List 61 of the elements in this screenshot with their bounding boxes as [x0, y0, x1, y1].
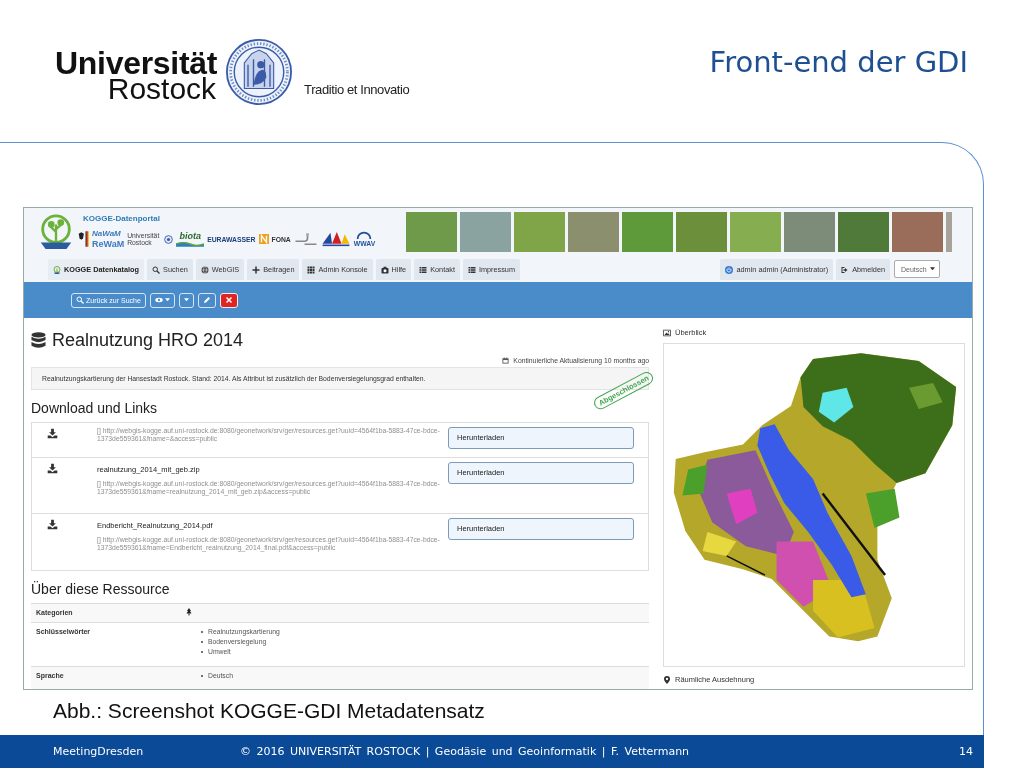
logo-wordmark: Universität — [55, 49, 218, 77]
dropdown-button[interactable] — [178, 292, 194, 308]
footer-text: © 2016 UNIVERSITÄT ROSTOCK | Geodäsie und Geoinformatik | F. Vettermann — [240, 745, 691, 758]
grid-icon — [307, 265, 316, 274]
search-icon — [76, 296, 84, 304]
section-heading: Über diese Ressource — [31, 581, 171, 598]
photo-placeholder — [406, 212, 457, 252]
record-title: Realnutzung HRO 2014 — [52, 330, 244, 351]
download-icon — [47, 519, 58, 530]
picture-icon — [663, 328, 671, 337]
wave-icon — [176, 240, 205, 247]
edit-button[interactable] — [197, 292, 216, 308]
caret-icon — [183, 298, 189, 302]
photo-placeholder — [514, 212, 565, 252]
sails-icon — [320, 231, 351, 247]
map-pin-icon — [663, 675, 671, 684]
photo-placeholder — [892, 212, 943, 252]
photo-placeholder — [838, 212, 889, 252]
figure-caption: Abb.: Screenshot KOGGE-GDI Metadatensatz — [53, 699, 486, 723]
pencil-icon — [202, 296, 211, 304]
seal-icon — [226, 39, 293, 105]
tree-icon — [186, 608, 192, 616]
calendar-icon — [502, 357, 510, 365]
database-icon — [31, 332, 46, 349]
arc-icon — [356, 230, 373, 240]
partner-logo: biota — [179, 231, 201, 241]
globe-icon — [200, 265, 209, 274]
sign-out-icon — [841, 265, 850, 274]
slide-title: Front-end der GDI — [709, 45, 968, 79]
photo-placeholder — [676, 212, 727, 252]
photo-placeholder — [460, 212, 511, 252]
plus-icon — [252, 265, 261, 274]
partner-logo: NaWaM — [92, 229, 122, 239]
logo-wordmark: Rostock — [107, 77, 217, 101]
list-icon — [419, 265, 428, 274]
flag-icon — [77, 230, 89, 248]
caret-icon — [930, 267, 935, 271]
power-icon — [725, 265, 734, 274]
photo-placeholder — [568, 212, 619, 252]
photo-placeholder — [622, 212, 673, 252]
footer-text: MeetingDresden — [53, 745, 145, 758]
site-name: KOGGE-Datenportal — [83, 214, 161, 224]
motto-text: Traditio et Innovatio — [304, 82, 410, 97]
view-dropdown-button[interactable] — [149, 292, 175, 308]
download-icon — [47, 463, 58, 474]
search-icon — [152, 265, 160, 274]
photo-placeholder — [946, 212, 952, 252]
download-icon — [47, 428, 58, 439]
photo-placeholder — [730, 212, 781, 252]
list-icon — [467, 265, 476, 274]
photo-placeholder — [784, 212, 835, 252]
camera-icon — [380, 265, 389, 274]
partner-logo: ReWaM — [92, 239, 125, 249]
close-icon — [224, 296, 233, 304]
delete-button[interactable] — [219, 292, 238, 308]
seal-icon — [164, 234, 174, 244]
tree-logo-icon — [53, 265, 61, 274]
tile-icon — [258, 234, 269, 244]
page-number: 14 — [959, 745, 973, 758]
pipe-icon — [293, 232, 318, 246]
caret-icon — [164, 298, 170, 302]
